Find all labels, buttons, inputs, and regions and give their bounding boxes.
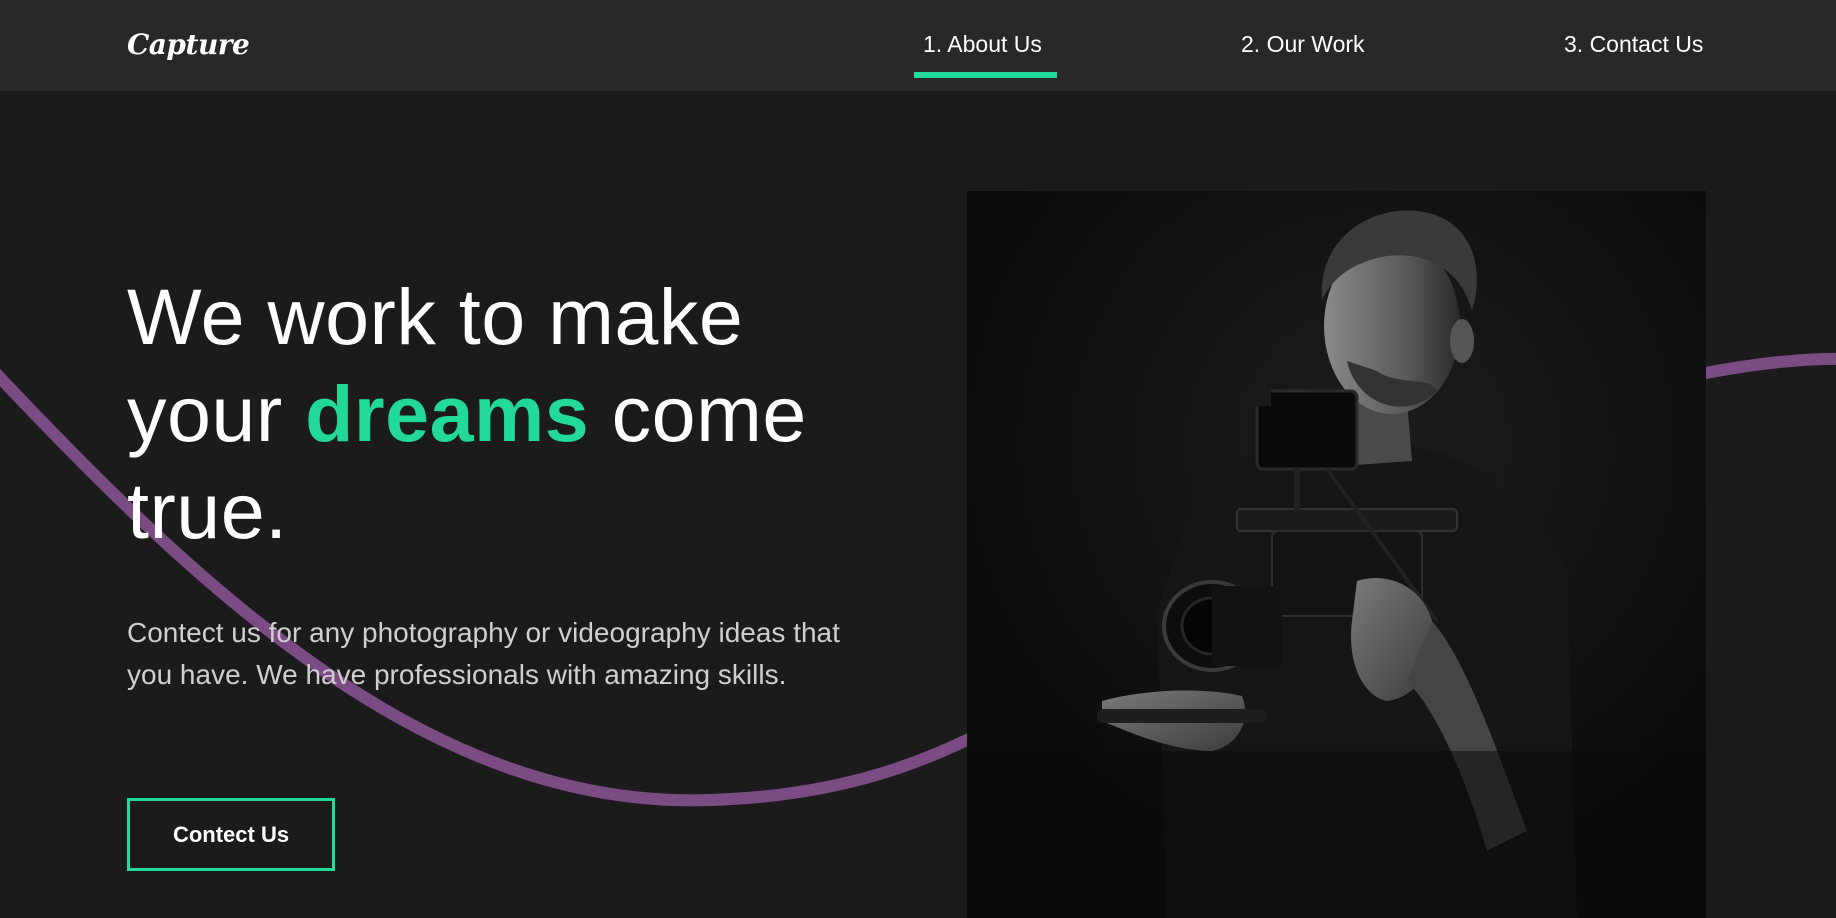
hero-title-line3: true. bbox=[127, 466, 288, 555]
hero-photo bbox=[967, 191, 1706, 918]
hero-title-highlight: dreams bbox=[305, 369, 590, 458]
contact-us-button[interactable]: Contect Us bbox=[127, 798, 335, 871]
hero-title-line1: We work to make bbox=[127, 272, 744, 361]
hero-description: Contect us for any photography or videog… bbox=[127, 617, 840, 690]
hero-title: We work to make your dreams come true. bbox=[127, 268, 807, 559]
hero-title-line2-end: come bbox=[589, 369, 807, 458]
hero-title-line2-start: your bbox=[127, 369, 306, 458]
